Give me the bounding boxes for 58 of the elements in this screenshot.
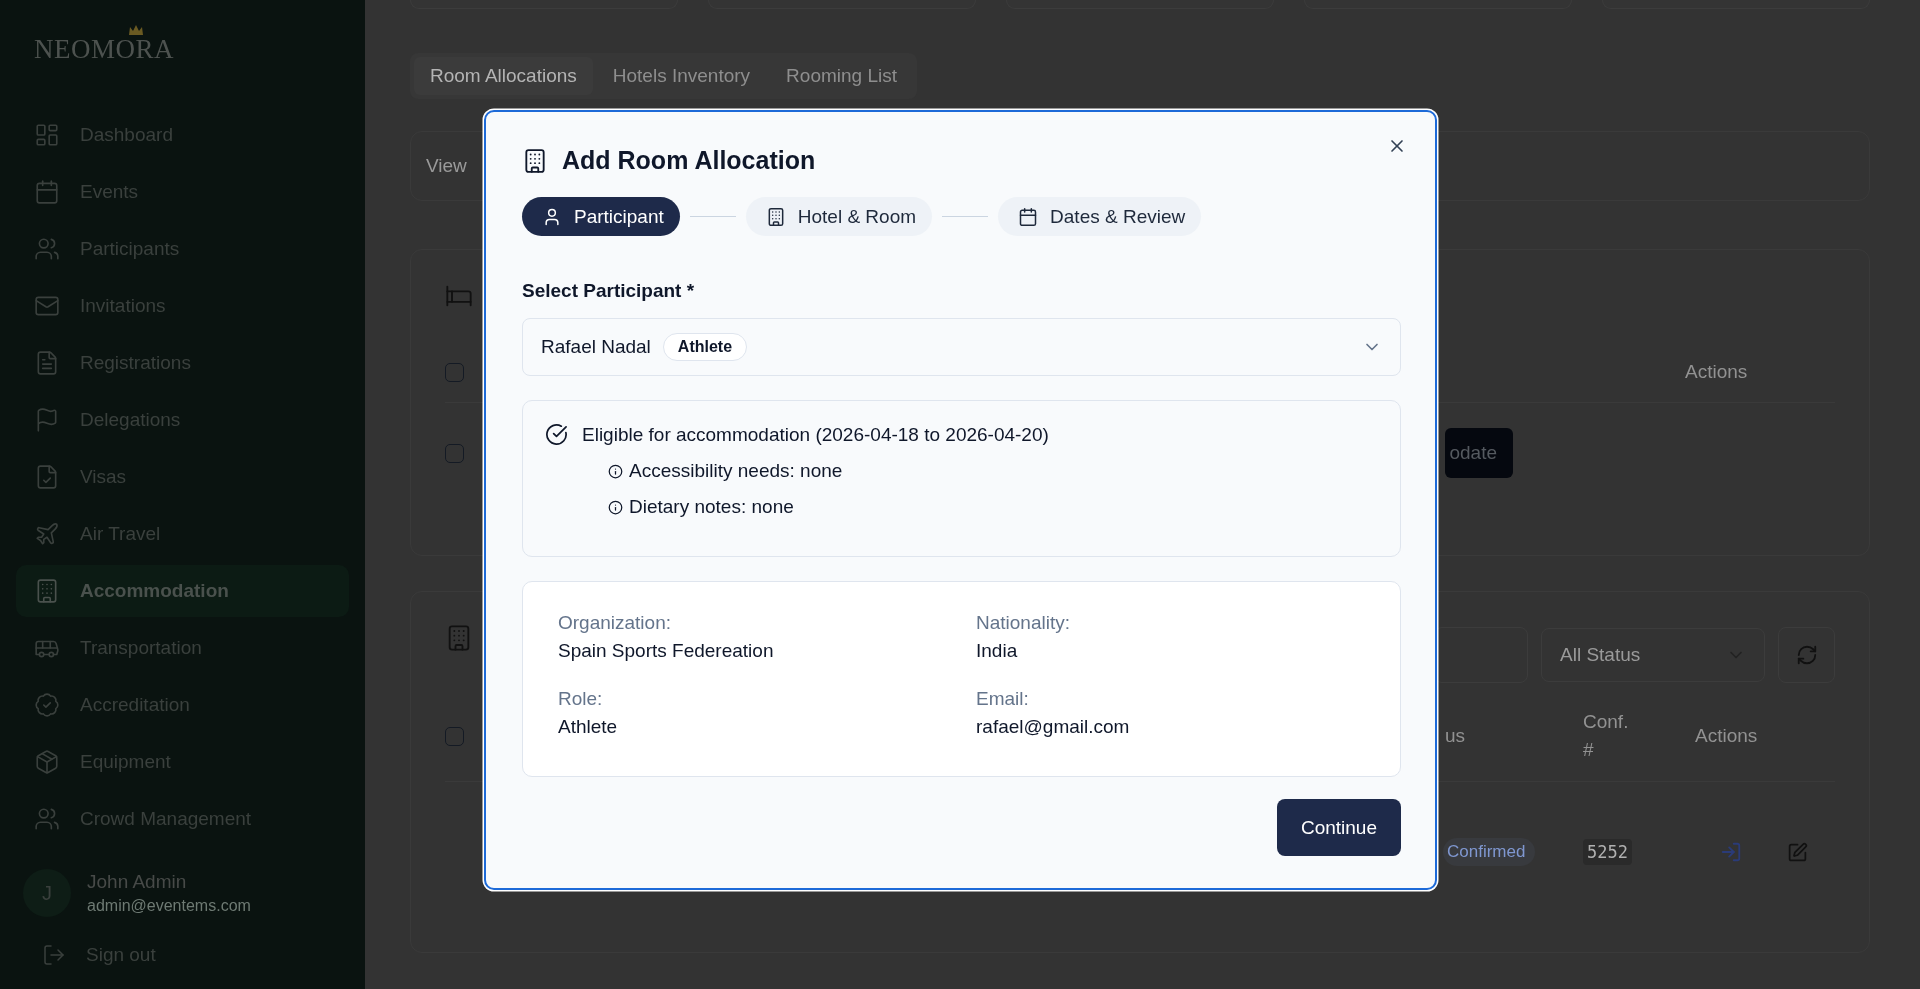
- column-header: Actions: [1684, 361, 1749, 383]
- edit-icon[interactable]: [1787, 841, 1808, 863]
- users-icon: [34, 236, 60, 262]
- field-label: Select Participant *: [522, 280, 696, 302]
- dashboard-icon: [34, 122, 60, 148]
- detail-value: Athlete: [558, 716, 619, 738]
- checkbox[interactable]: [445, 443, 464, 463]
- nav-item[interactable]: Accommodation: [16, 565, 349, 617]
- detail-label: Organization:: [558, 612, 672, 634]
- confirmation-number: 5252: [1583, 839, 1632, 865]
- calendar-icon: [1018, 206, 1039, 227]
- action-button[interactable]: odate: [1445, 428, 1513, 478]
- building-icon: [522, 147, 548, 174]
- participant-select[interactable]: Rafael Nadal Athlete: [522, 318, 1401, 376]
- checkbox[interactable]: [445, 362, 464, 382]
- detail-value: India: [976, 640, 1019, 662]
- info-icon: [608, 463, 623, 479]
- badge-check-icon: [34, 692, 60, 718]
- crown-icon: [128, 24, 144, 36]
- status-select[interactable]: All Status: [1541, 628, 1765, 682]
- detail-label: Email:: [976, 688, 1030, 710]
- detail-value: rafael@gmail.com: [976, 716, 1131, 738]
- logo: NEOMORA: [16, 34, 174, 65]
- participant-name: Rafael Nadal: [541, 336, 651, 358]
- calendar-icon: [34, 179, 60, 205]
- checkbox[interactable]: [445, 726, 464, 746]
- detail-label: Nationality:: [976, 612, 1071, 634]
- plane-icon: [34, 521, 60, 547]
- column-header: Conf. #: [1583, 710, 1630, 762]
- detail-value: Spain Sports Federeation: [558, 640, 775, 662]
- check-in-icon[interactable]: [1720, 841, 1742, 863]
- info-icon: [608, 499, 623, 515]
- package-icon: [34, 749, 60, 775]
- user-email: admin@eventems.com: [87, 897, 251, 915]
- users-icon: [34, 806, 60, 832]
- status-badge: Confirmed: [1443, 838, 1536, 866]
- step-tab[interactable]: Hotel & Room: [745, 197, 933, 236]
- refresh-icon: [1795, 644, 1818, 666]
- column-header: us: [1444, 724, 1467, 748]
- person-icon: [542, 206, 562, 227]
- tab[interactable]: Hotels Inventory: [596, 57, 767, 95]
- continue-button[interactable]: Continue: [1276, 799, 1401, 856]
- note-text: Dietary notes: none: [629, 496, 794, 518]
- tab[interactable]: Room Allocations: [414, 57, 593, 95]
- step-tab[interactable]: Participant: [522, 197, 680, 236]
- detail-label: Role:: [558, 688, 604, 710]
- view-label: View: [426, 155, 467, 177]
- dialog-title: Add Room Allocation: [562, 146, 816, 175]
- role-badge: Athlete: [662, 333, 748, 361]
- sign-out-icon: [42, 943, 66, 967]
- refresh-button[interactable]: [1778, 627, 1835, 683]
- user-name: John Admin: [87, 871, 188, 893]
- check-circle-icon: [545, 423, 568, 446]
- step-tab[interactable]: Dates & Review: [998, 197, 1202, 236]
- eligibility-text: Eligible for accommodation (2026-04-18 to 2026-04-20): [582, 423, 1049, 446]
- column-header: Actions: [1695, 724, 1759, 748]
- note-text: Accessibility needs: none: [629, 460, 843, 482]
- tab[interactable]: Rooming List: [770, 57, 913, 95]
